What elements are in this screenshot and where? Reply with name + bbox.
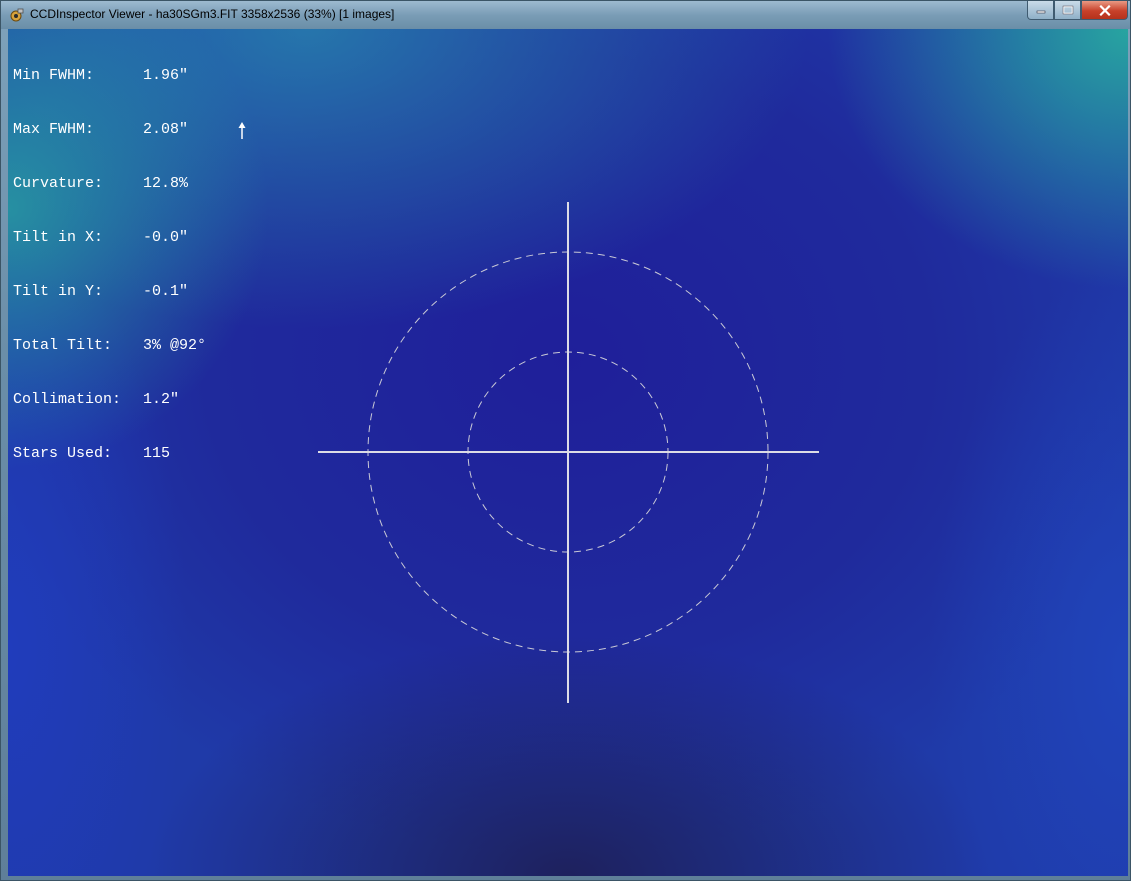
tilt-target-overlay [318,202,819,703]
maximize-icon [1062,5,1073,15]
close-icon [1098,4,1111,16]
ccdinspector-app-icon [10,8,24,22]
minimize-button[interactable] [1027,1,1054,20]
title-bar[interactable]: CCDInspector Viewer - ha30SGm3.FIT 3358x… [1,1,1130,29]
ccdinspector-viewer-window: CCDInspector Viewer - ha30SGm3.FIT 3358x… [0,0,1131,881]
close-button[interactable] [1081,1,1128,20]
minimize-icon [1036,10,1045,14]
maximize-button[interactable] [1054,1,1081,20]
image-analysis-canvas[interactable]: Min FWHM: 1.96" Max FWHM: 2.08" Curvature:… [8,29,1128,876]
window-title: CCDInspector Viewer - ha30SGm3.FIT 3358x… [30,7,395,21]
